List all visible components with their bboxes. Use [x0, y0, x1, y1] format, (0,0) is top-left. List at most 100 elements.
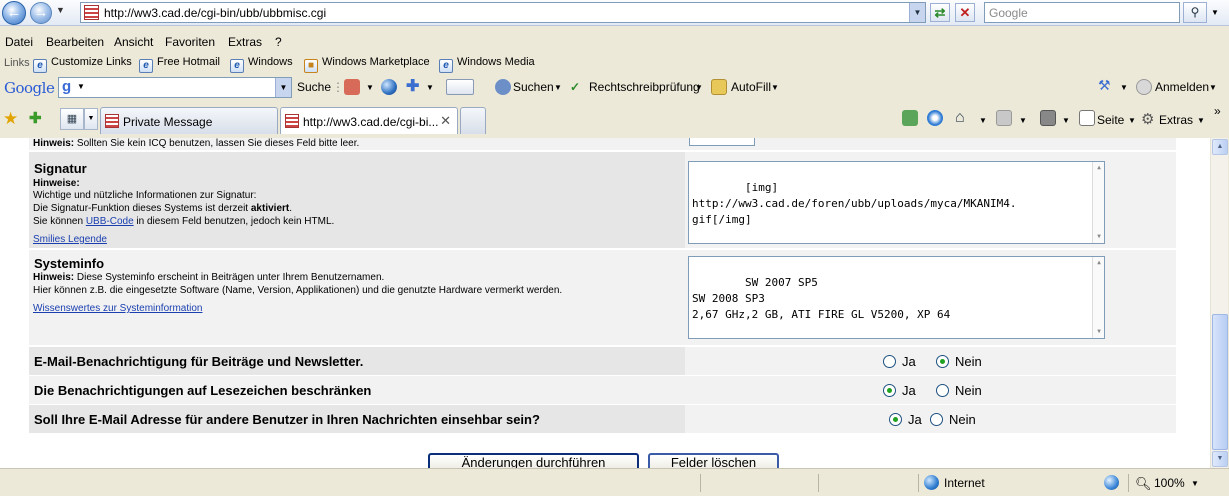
zoom-icon: 🔍︎ — [1135, 476, 1152, 491]
menu-ansicht[interactable]: Ansicht — [114, 35, 153, 49]
tools-menu-button[interactable]: Extras — [1159, 113, 1193, 127]
print-dropdown-icon[interactable]: ▼ — [1062, 116, 1070, 125]
scroll-down-icon[interactable]: ▼ — [1094, 327, 1104, 337]
add-button-icon[interactable]: ✚ — [406, 76, 419, 96]
scroll-thumb[interactable] — [1212, 314, 1228, 450]
tools-dropdown-icon[interactable]: ▼ — [1197, 116, 1205, 125]
autofill-dropdown-icon[interactable]: ▼ — [771, 83, 779, 92]
search-options-dropdown-icon[interactable]: ▼ — [1208, 2, 1222, 23]
stop-button[interactable]: ✕ — [955, 3, 975, 22]
smilies-row: Smilies Legende — [33, 233, 107, 246]
url-text: http://ww3.cad.de/cgi-bin/ubb/ubbmisc.cg… — [104, 6, 327, 20]
systeminfo-textarea[interactable]: SW 2007 SP5 SW 2008 SP3 2,67 GHz,2 GB, A… — [688, 256, 1105, 339]
scroll-down-icon[interactable]: ▼ — [1212, 451, 1228, 467]
url-input[interactable]: http://ww3.cad.de/cgi-bin/ubb/ubbmisc.cg… — [80, 2, 926, 23]
pagerank-globe-icon[interactable] — [381, 79, 397, 95]
print-icon[interactable] — [1040, 110, 1056, 126]
scroll-up-icon[interactable]: ▲ — [1212, 139, 1228, 155]
google-options-dropdown-icon[interactable]: ▼ — [77, 82, 85, 91]
smilies-legend-link[interactable]: Smilies Legende — [33, 234, 107, 245]
zoom-level[interactable]: 100% — [1154, 476, 1185, 490]
forward-button[interactable]: → — [30, 2, 52, 24]
radio-ja-selected[interactable] — [889, 413, 902, 426]
scroll-down-icon[interactable]: ▼ — [1094, 232, 1104, 242]
tab-ubbmisc-active[interactable]: http://ww3.cad.de/cgi-bi... ✕ — [280, 107, 458, 134]
settings-dropdown-icon[interactable]: ▼ — [1120, 83, 1128, 92]
add-favorite-icon[interactable]: ✚ — [29, 109, 42, 127]
url-dropdown-icon[interactable]: ▼ — [909, 3, 925, 22]
signatur-textarea[interactable]: [img] http://ww3.cad.de/foren/ubb/upload… — [688, 161, 1105, 244]
back-button[interactable]: ← — [2, 1, 26, 25]
signatur-row: Signatur Hinweise: Wichtige und nützlich… — [29, 152, 1176, 248]
page-scrollbar[interactable]: ▲ ▼ — [1210, 138, 1228, 468]
zoom-dropdown-icon[interactable]: ▼ — [1191, 479, 1199, 488]
menu-help[interactable]: ? — [275, 35, 282, 49]
systeminfo-link[interactable]: Wissenswertes zur Systeminformation — [33, 303, 203, 314]
page-dropdown-icon[interactable]: ▼ — [1128, 116, 1136, 125]
menu-extras[interactable]: Extras — [228, 35, 262, 49]
home-icon[interactable]: ⌂ — [955, 109, 965, 127]
suchen-button[interactable]: Suchen — [513, 80, 554, 94]
submit-changes-button[interactable]: Änderungen durchführen — [428, 453, 639, 468]
question-label: Soll Ihre E-Mail Adresse für andere Benu… — [34, 412, 540, 427]
history-dropdown-icon[interactable]: ▼ — [56, 5, 65, 15]
search-input[interactable]: Google — [984, 2, 1180, 23]
link-customize-links[interactable]: e Customize Links — [33, 56, 132, 73]
google-history-dropdown-icon[interactable]: ▼ — [275, 78, 291, 97]
favorites-star-icon[interactable]: ★ — [3, 109, 18, 129]
toolbar-overflow-icon[interactable]: » — [1214, 104, 1221, 118]
textarea-scrollbar[interactable]: ▲ ▼ — [1092, 162, 1104, 243]
popup-blocker-icon[interactable] — [446, 79, 474, 95]
bookmarks-dropdown-icon[interactable]: ▼ — [366, 83, 374, 92]
google-search-input[interactable]: g ▼ ▼ — [58, 77, 292, 98]
signin-dropdown-icon[interactable]: ▼ — [1209, 83, 1217, 92]
menu-favoriten[interactable]: Favoriten — [165, 35, 215, 49]
signin-button[interactable]: Anmelden — [1155, 80, 1209, 94]
home-dropdown-icon[interactable]: ▼ — [979, 116, 987, 125]
autofill-button[interactable]: AutoFill — [731, 80, 771, 94]
spellcheck-dropdown-icon[interactable]: ▼ — [695, 83, 703, 92]
tab-private-message[interactable]: Private Message — [100, 107, 278, 134]
spellcheck-button[interactable]: Rechtschreibprüfung — [589, 80, 700, 94]
radio-nein-label: Nein — [955, 354, 982, 369]
radio-ja-label: Ja — [902, 383, 916, 398]
radio-nein-selected[interactable] — [936, 355, 949, 368]
protected-mode-icon[interactable] — [1104, 475, 1119, 490]
tab-list-dropdown-icon[interactable]: ▼ — [84, 108, 98, 130]
radio-nein-label: Nein — [955, 383, 982, 398]
status-separator — [1128, 474, 1129, 492]
radio-ja[interactable] — [883, 355, 896, 368]
icq-input[interactable] — [689, 138, 755, 146]
menu-datei[interactable]: Datei — [5, 35, 33, 49]
scroll-up-icon[interactable]: ▲ — [1094, 258, 1104, 268]
feeds-icon[interactable] — [996, 110, 1012, 126]
close-tab-icon[interactable]: ✕ — [440, 113, 451, 129]
textarea-scrollbar[interactable]: ▲ ▼ — [1092, 257, 1104, 338]
link-windows-media[interactable]: e Windows Media — [439, 56, 535, 73]
skype-icon[interactable] — [902, 110, 918, 126]
refresh-button[interactable]: ⇄ — [930, 3, 950, 22]
radio-nein[interactable] — [930, 413, 943, 426]
search-button[interactable]: ⚲ — [1183, 2, 1207, 23]
quick-tabs-icon[interactable]: ▦ — [60, 108, 84, 130]
add-dropdown-icon[interactable]: ▼ — [426, 83, 434, 92]
menu-bearbeiten[interactable]: Bearbeiten — [46, 35, 104, 49]
radio-ja-selected[interactable] — [883, 384, 896, 397]
link-windows[interactable]: e Windows — [230, 56, 293, 73]
feeds-dropdown-icon[interactable]: ▼ — [1019, 116, 1027, 125]
ubb-code-link[interactable]: UBB-Code — [86, 216, 134, 227]
bookmarks-icon[interactable] — [344, 79, 360, 95]
reset-fields-button[interactable]: Felder löschen — [648, 453, 779, 468]
ie-icon[interactable] — [927, 110, 943, 126]
link-free-hotmail[interactable]: e Free Hotmail — [139, 56, 220, 73]
security-zone[interactable]: Internet — [944, 476, 985, 490]
google-search-button[interactable]: Suche — [297, 80, 331, 94]
settings-wrench-icon[interactable]: ⚒ — [1098, 77, 1111, 94]
link-windows-marketplace[interactable]: ■ Windows Marketplace — [304, 56, 430, 73]
page-menu-button[interactable]: Seite — [1097, 113, 1124, 127]
address-bar: ← → ▼ http://ww3.cad.de/cgi-bin/ubb/ubbm… — [0, 0, 1229, 26]
suchen-dropdown-icon[interactable]: ▼ — [554, 83, 562, 92]
scroll-up-icon[interactable]: ▲ — [1094, 163, 1104, 173]
new-tab-button[interactable] — [460, 107, 486, 134]
radio-nein[interactable] — [936, 384, 949, 397]
